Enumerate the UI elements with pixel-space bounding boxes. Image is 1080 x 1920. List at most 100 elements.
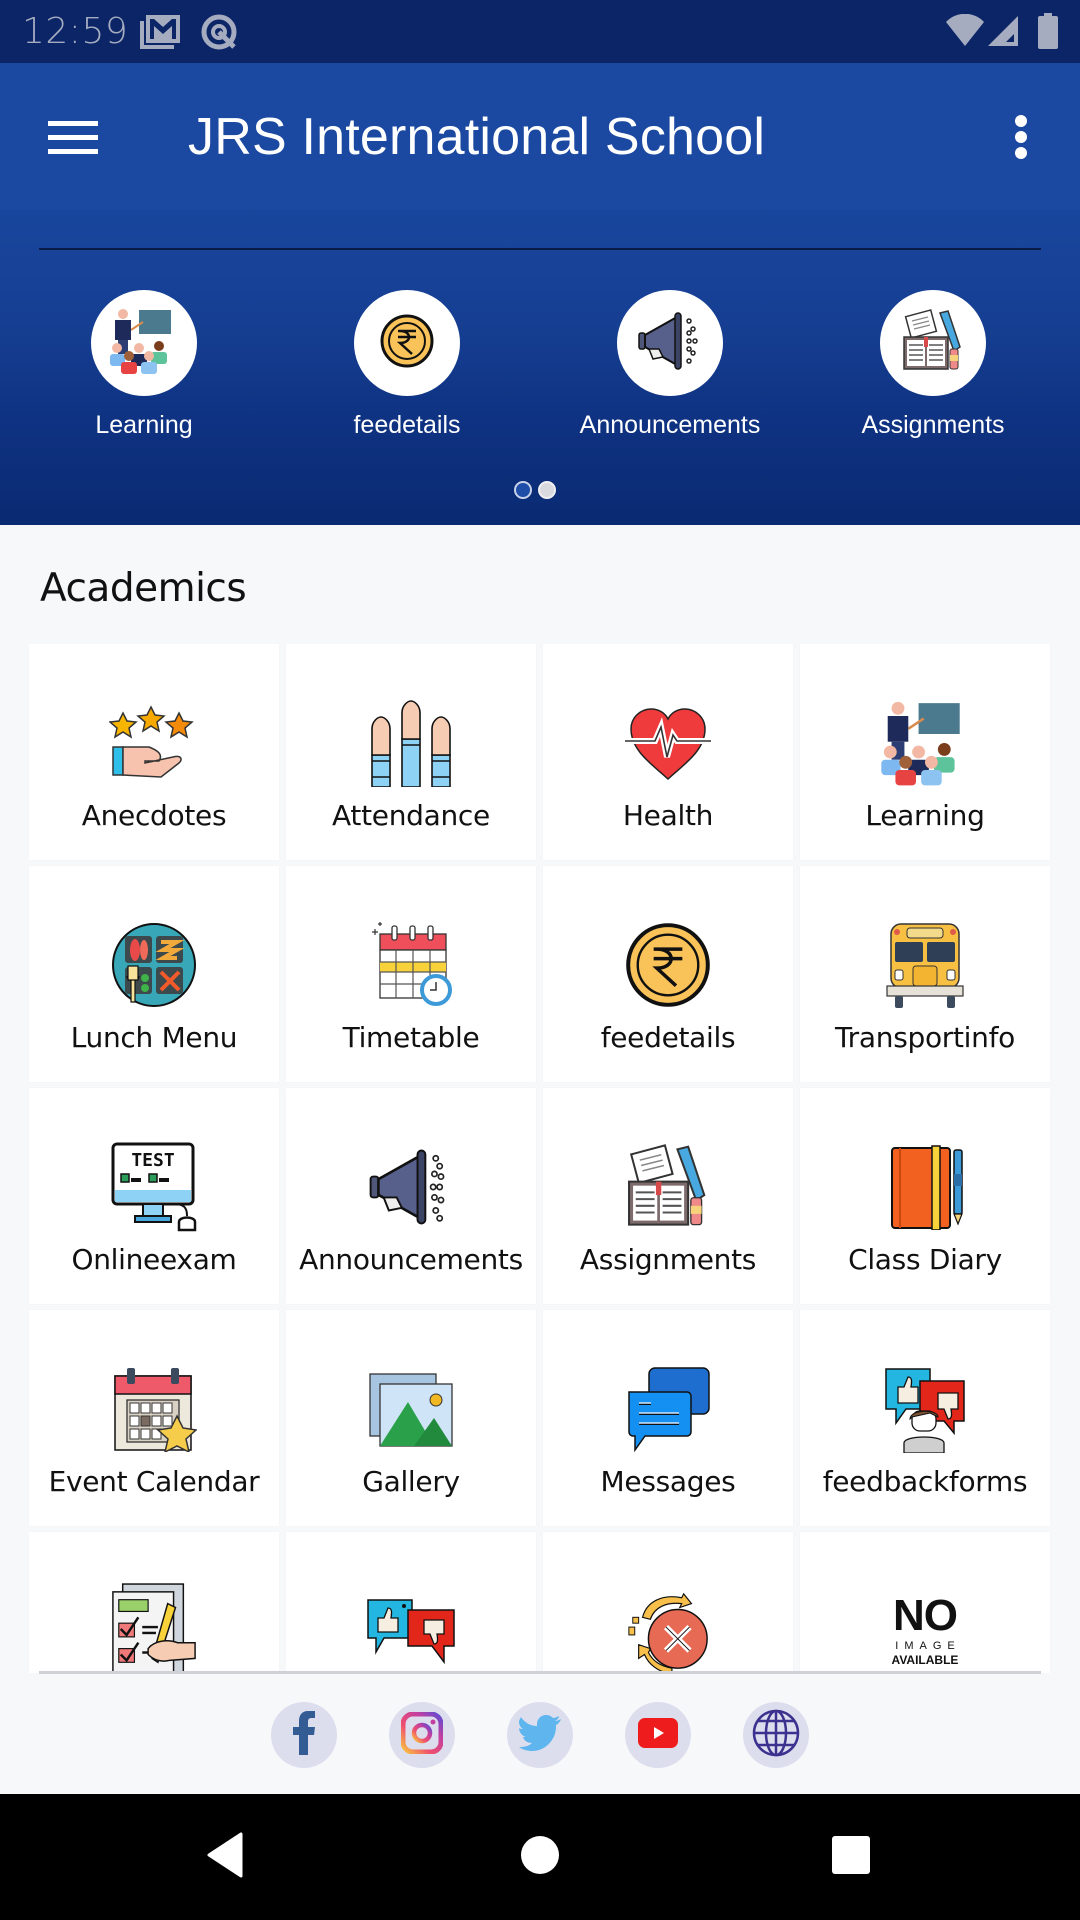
tile-label: Transportinfo (834, 1021, 1015, 1054)
academics-grid-scroll[interactable]: Anecdotes Attendance Health Learning Lun… (0, 644, 1080, 1673)
svg-text:TEST: TEST (131, 1150, 175, 1171)
back-triangle-icon (205, 1832, 245, 1883)
website-button[interactable] (743, 1702, 809, 1768)
tile-timetable[interactable]: Timetable (286, 866, 536, 1082)
more-vertical-icon[interactable] (1000, 109, 1044, 165)
tile-label: feedetails (600, 1021, 736, 1054)
cancel-refresh-icon (623, 1586, 713, 1673)
tile-label: Gallery (362, 1465, 460, 1498)
calendar-clock-icon (366, 920, 456, 1010)
hamburger-menu-icon[interactable] (40, 108, 106, 164)
thumbs-feedback-icon (366, 1586, 456, 1673)
page-dot-1[interactable] (514, 481, 532, 499)
carousel-label: feedetails (353, 411, 461, 439)
carousel-item-feedetails[interactable]: feedetails (287, 290, 527, 440)
tile-announcements[interactable]: Announcements (286, 1088, 536, 1304)
calendar-star-icon (109, 1364, 199, 1454)
tile-health[interactable]: Health (543, 644, 793, 860)
carousel-item-assignments[interactable]: Assignments (813, 290, 1053, 440)
carousel-item-learning[interactable]: Learning (24, 290, 264, 440)
section-title: Academics (40, 566, 247, 611)
home-button[interactable] (505, 1824, 575, 1890)
recents-button[interactable] (816, 1824, 886, 1890)
tile-lunch-menu[interactable]: Lunch Menu (29, 866, 279, 1082)
page-title: JRS International School (188, 108, 766, 166)
tile-attendance[interactable]: Attendance (286, 644, 536, 860)
tile-label: Assignments (579, 1243, 757, 1276)
q-app-icon (200, 13, 238, 56)
test-monitor-icon: TEST (109, 1142, 199, 1232)
carousel-icon-circle (354, 290, 460, 396)
lunch-plate-icon (109, 920, 199, 1010)
tile-label: Attendance (332, 799, 490, 832)
quick-access-carousel[interactable]: Learning feedetails Announcements Assign… (0, 263, 1080, 463)
twitter-button[interactable] (507, 1702, 573, 1768)
tile-label: Onlineexam (71, 1243, 237, 1276)
tile-label: Anecdotes (81, 799, 227, 832)
tile-label: Lunch Menu (70, 1021, 238, 1054)
carousel-icon-circle (617, 290, 723, 396)
carousel-label: Learning (95, 411, 193, 439)
tile-thumbs-feedback[interactable] (286, 1532, 536, 1673)
tile-label: Announcements (299, 1243, 523, 1276)
tile-learning[interactable]: Learning (800, 644, 1050, 860)
back-button[interactable] (190, 1824, 260, 1890)
recents-square-icon (831, 1835, 871, 1880)
megaphone-icon (637, 311, 703, 376)
tile-cancel-refresh[interactable] (543, 1532, 793, 1673)
youtube-button[interactable] (625, 1702, 691, 1768)
battery-icon (1038, 13, 1058, 54)
diary-pen-icon (880, 1142, 970, 1232)
book-pencil-icon (623, 1142, 713, 1232)
tile-label: Health (622, 799, 714, 832)
no-image-placeholder: NO IMAGE AVAILABLE (860, 1586, 990, 1673)
toolbar: JRS International School (0, 63, 1080, 210)
teacher-classroom-icon (880, 698, 970, 788)
tile-no-image[interactable]: NO IMAGE AVAILABLE (800, 1532, 1050, 1673)
no-image-big-text: NO (893, 1590, 958, 1640)
cell-signal-icon (988, 14, 1020, 53)
tile-label: Class Diary (848, 1243, 1002, 1276)
raised-hands-icon (366, 698, 456, 788)
stars-hand-icon (109, 698, 199, 788)
carousel-icon-circle (91, 290, 197, 396)
page-dot-2[interactable] (538, 481, 556, 499)
rupee-coin-icon (623, 920, 713, 1010)
facebook-icon (292, 1710, 316, 1760)
globe-icon (751, 1708, 801, 1763)
tile-feedetails[interactable]: feedetails (543, 866, 793, 1082)
instagram-icon (400, 1711, 444, 1759)
tile-feedbackforms[interactable]: feedbackforms (800, 1310, 1050, 1526)
status-bar: 12:59 (0, 0, 1080, 63)
gallery-image-icon (366, 1364, 456, 1454)
tile-messages[interactable]: Messages (543, 1310, 793, 1526)
status-time: 12:59 (22, 11, 129, 52)
tile-gallery[interactable]: Gallery (286, 1310, 536, 1526)
gmail-icon (140, 15, 180, 54)
instagram-button[interactable] (389, 1702, 455, 1768)
megaphone-icon (366, 1142, 456, 1232)
tile-checklist-form[interactable] (29, 1532, 279, 1673)
tile-event-calendar[interactable]: Event Calendar (29, 1310, 279, 1526)
no-image-small-text: AVAILABLE (891, 1652, 959, 1667)
tile-class-diary[interactable]: Class Diary (800, 1088, 1050, 1304)
heart-pulse-icon (623, 698, 713, 788)
tile-label: feedbackforms (822, 1465, 1028, 1498)
facebook-button[interactable] (271, 1702, 337, 1768)
chat-bubbles-icon (623, 1364, 713, 1454)
tile-assignments[interactable]: Assignments (543, 1088, 793, 1304)
tile-anecdotes[interactable]: Anecdotes (29, 644, 279, 860)
book-pencil-icon (900, 308, 966, 378)
tile-transportinfo[interactable]: Transportinfo (800, 866, 1050, 1082)
tile-label: Messages (600, 1465, 736, 1498)
school-bus-icon (880, 920, 970, 1010)
academics-grid: Anecdotes Attendance Health Learning Lun… (29, 644, 1051, 1673)
carousel-item-announcements[interactable]: Announcements (550, 290, 790, 440)
scroll-edge-divider (39, 1671, 1041, 1674)
rupee-coin-icon (380, 314, 434, 373)
tile-label: Timetable (342, 1021, 480, 1054)
checklist-form-icon (109, 1583, 199, 1673)
carousel-icon-circle (880, 290, 986, 396)
tile-onlineexam[interactable]: TEST Onlineexam (29, 1088, 279, 1304)
twitter-icon (519, 1714, 561, 1756)
